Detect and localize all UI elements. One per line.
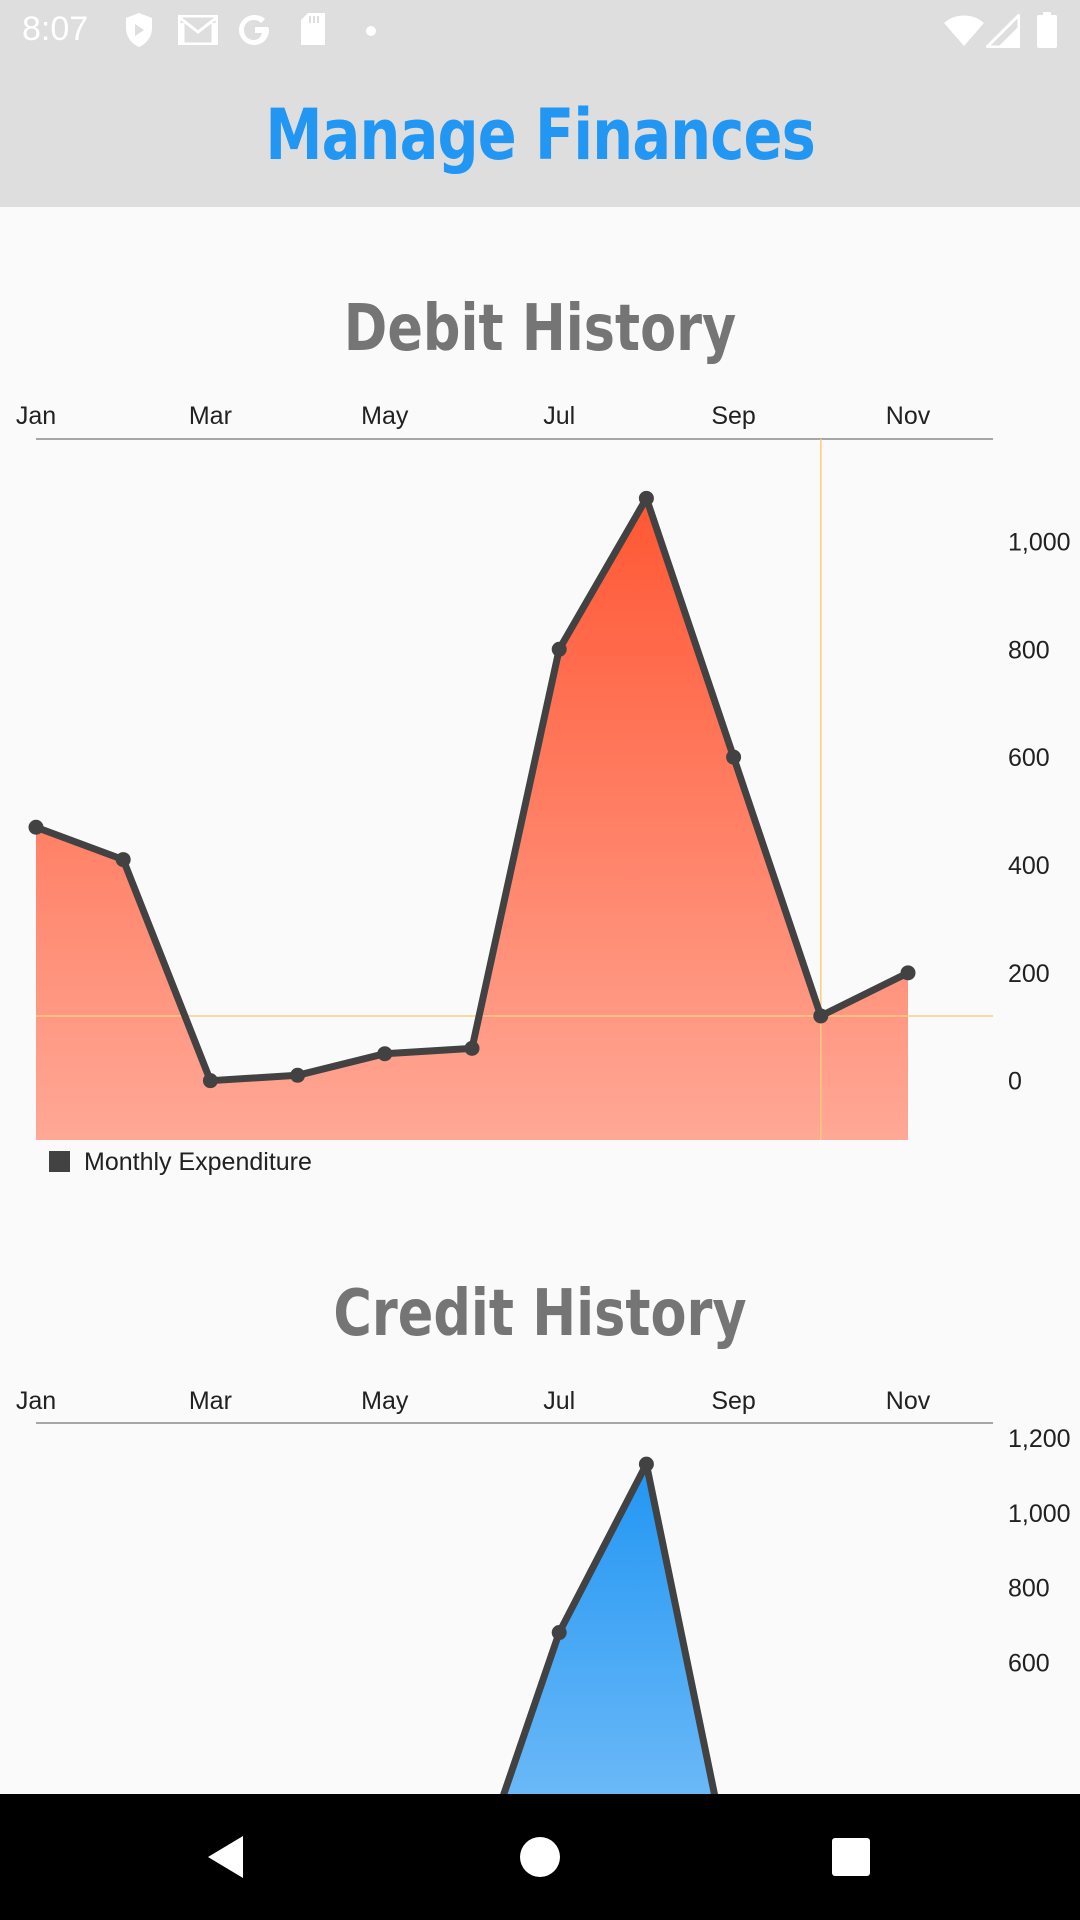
data-point[interactable] [377,1046,393,1062]
data-point[interactable] [464,1040,480,1056]
wifi-icon [944,15,984,46]
x-tick-label: Jul [543,1387,575,1415]
y-tick-label: 1,000 [1008,528,1071,556]
sd-card-icon [301,13,325,45]
credit-history-chart[interactable]: Jan Mar May Jul Sep Nov 600 800 1,000 1,200 [0,1365,1080,1794]
back-icon[interactable] [158,1794,298,1920]
home-icon[interactable] [470,1794,610,1920]
x-tick-label: Jan [16,402,56,430]
y-tick-label: 1,000 [1008,1500,1071,1528]
x-tick-label: Nov [886,1387,931,1415]
navigation-bar [0,1794,1080,1920]
x-tick-label: Jan [16,1387,56,1415]
credit-history-title: Credit History [333,1277,747,1351]
x-tick-label: Jul [543,402,575,430]
x-tick-label: Sep [711,402,755,430]
y-tick-label: 600 [1008,744,1050,772]
y-tick-label: 0 [1008,1068,1022,1096]
data-point[interactable] [551,1625,567,1641]
y-tick-label: 400 [1008,852,1050,880]
data-point[interactable] [28,819,44,835]
data-point[interactable] [115,852,131,868]
y-tick-label: 1,200 [1008,1425,1071,1453]
legend-label: Monthly Expenditure [84,1148,312,1176]
battery-icon [1037,12,1057,48]
y-tick-label: 800 [1008,636,1050,664]
series-area [503,1464,715,1794]
dot-icon [366,26,376,36]
page-title: Manage Finances [265,94,815,176]
signal-icon [986,14,1020,48]
recents-icon[interactable] [781,1794,921,1920]
google-icon [239,15,269,45]
data-point[interactable] [290,1067,306,1083]
y-tick-label: 200 [1008,960,1050,988]
debit-history-title: Debit History [343,292,737,366]
y-tick-label: 600 [1008,1649,1050,1677]
shield-icon [126,13,152,47]
x-tick-label: Mar [189,1387,232,1415]
x-tick-label: May [361,402,409,430]
data-point[interactable] [638,490,654,506]
x-tick-label: Nov [886,402,931,430]
debit-history-chart[interactable]: Jan Mar May Jul Sep Nov 0 200 400 600 800 1,000 Mont… [0,380,1080,1190]
status-bar: 8:07 [0,0,1080,63]
data-point[interactable] [638,1456,654,1472]
data-point[interactable] [900,965,916,981]
app-bar: Manage Finances [0,63,1080,207]
data-point[interactable] [726,749,742,765]
data-point[interactable] [551,641,567,657]
x-tick-label: Mar [189,402,232,430]
status-time: 8:07 [22,10,89,48]
data-point[interactable] [813,1008,829,1024]
legend-swatch [49,1151,70,1172]
gmail-icon [178,15,218,45]
x-tick-label: Sep [711,1387,755,1415]
series-line [500,1460,718,1794]
x-tick-label: May [361,1387,409,1415]
data-point[interactable] [202,1073,218,1089]
y-tick-label: 800 [1008,1575,1050,1603]
